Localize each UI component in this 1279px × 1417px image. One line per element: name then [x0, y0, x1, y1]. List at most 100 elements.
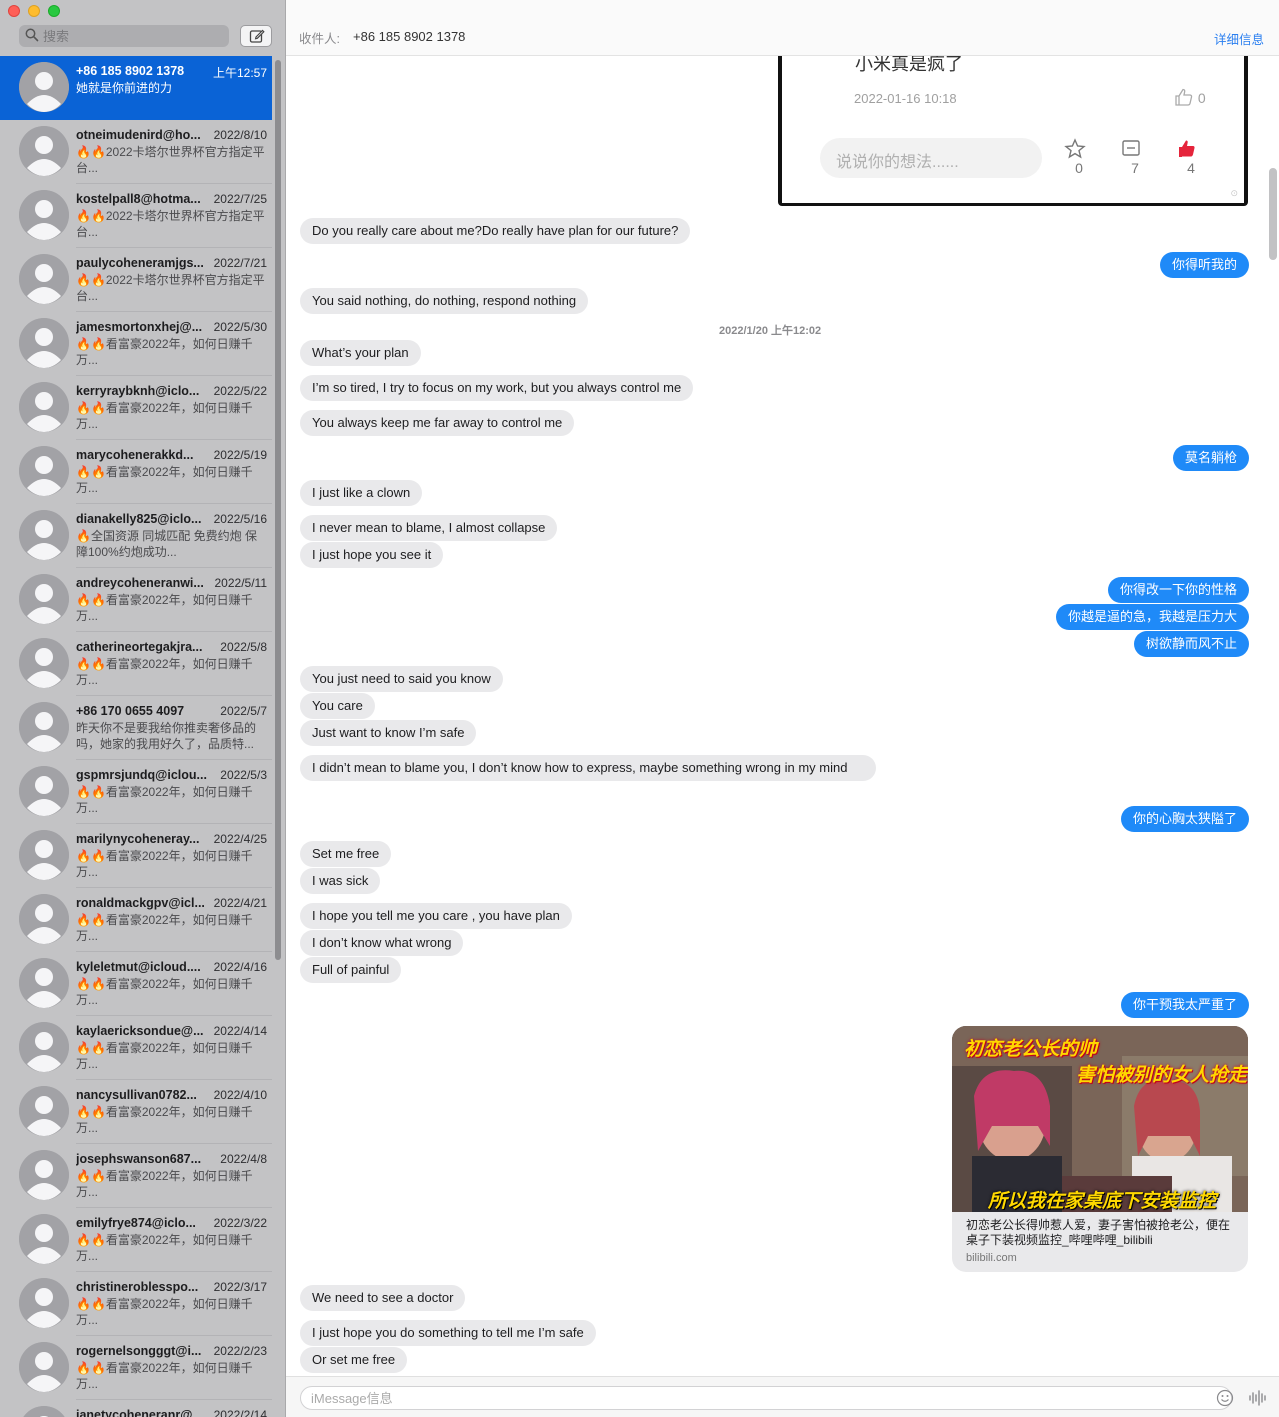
- incoming-message[interactable]: I never mean to blame, I almost collapse: [300, 515, 558, 541]
- screenshot-date: 2022-01-16 10:18: [854, 91, 957, 106]
- thumbnail-caption-1: 初恋老公长的帅: [964, 1039, 1098, 1060]
- thumbnail-caption-2: 害怕被别的女人抢走: [1076, 1065, 1248, 1086]
- conversation-name: marilynycoheneray...: [76, 832, 200, 846]
- incoming-message[interactable]: We need to see a doctor: [300, 1285, 466, 1311]
- conversation-name: andreycoheneranwi...: [76, 576, 204, 590]
- sidebar: +86 185 8902 1378 上午12:57 她就是你前进的力 otneimud…: [0, 0, 286, 1417]
- transcript-scrollbar[interactable]: [1269, 168, 1277, 260]
- outgoing-message[interactable]: 莫名躺枪: [1172, 445, 1249, 471]
- incoming-message[interactable]: You said nothing, do nothing, respond no…: [300, 288, 589, 314]
- screenshot-watermark: ⊙: [1230, 188, 1238, 198]
- conversation-date: 2022/5/16: [213, 512, 267, 526]
- incoming-message[interactable]: You always keep me far away to control m…: [300, 410, 575, 436]
- conversation-item[interactable]: jamesmortonxhej@... 2022/5/30 🔥🔥看富豪2022年，如…: [0, 312, 272, 376]
- incoming-message[interactable]: I was sick: [300, 868, 381, 894]
- avatar: [19, 318, 69, 368]
- conversation-date: 2022/4/10: [213, 1088, 267, 1102]
- compose-button[interactable]: [240, 25, 272, 47]
- outgoing-message[interactable]: 树欲静而风不止: [1133, 631, 1249, 657]
- message-transcript[interactable]: 小米真是疯了 2022-01-16 10:18 0 说说你的想法...... 0: [286, 56, 1279, 1376]
- avatar: [19, 1406, 69, 1417]
- incoming-message[interactable]: I just like a clown: [300, 480, 423, 506]
- incoming-message[interactable]: Full of painful: [300, 957, 402, 983]
- conversation-preview: 🔥🔥看富豪2022年，如何日赚千万...: [76, 593, 253, 623]
- conversation-preview: 🔥🔥看富豪2022年，如何日赚千万...: [76, 913, 253, 943]
- outgoing-message[interactable]: 你得改一下你的性格: [1107, 577, 1249, 603]
- conversation-date: 2022/5/3: [220, 768, 267, 782]
- conversation-preview: 🔥🔥看富豪2022年，如何日赚千万...: [76, 337, 253, 367]
- outgoing-message[interactable]: 你干预我太严重了: [1120, 992, 1249, 1018]
- incoming-message[interactable]: Or set me free: [300, 1347, 408, 1373]
- conversation-item[interactable]: kyleletmut@icloud.... 2022/4/16 🔥🔥看富豪2022年…: [0, 952, 272, 1016]
- audio-waveform-icon[interactable]: [1248, 1389, 1268, 1407]
- conversation-date: 2022/5/8: [220, 640, 267, 654]
- conversation-item[interactable]: janetycoheneranr@... 2022/2/14: [0, 1400, 272, 1417]
- conversation-item[interactable]: josephswanson687... 2022/4/8 🔥🔥看富豪2022年，如何…: [0, 1144, 272, 1208]
- thumbnail-caption-3: 所以我在家桌底下安装监控: [988, 1191, 1217, 1212]
- conversation-item[interactable]: christineroblesspo... 2022/3/17 🔥🔥看富豪2022年…: [0, 1272, 272, 1336]
- conversation-item[interactable]: otneimudenird@ho... 2022/8/10 🔥🔥2022卡塔尔世界杯…: [0, 120, 272, 184]
- close-window-button[interactable]: [8, 5, 20, 17]
- search-input[interactable]: [43, 25, 223, 47]
- conversation-item[interactable]: +86 185 8902 1378 上午12:57 她就是你前进的力: [0, 56, 272, 120]
- conversation-item[interactable]: nancysullivan0782... 2022/4/10 🔥🔥看富豪2022年，…: [0, 1080, 272, 1144]
- composer-bar: [286, 1376, 1279, 1417]
- outgoing-message[interactable]: 你的心胸太狭隘了: [1120, 806, 1249, 832]
- conversation-item[interactable]: dianakelly825@iclo... 2022/5/16 🔥全国资源 同城匹配…: [0, 504, 272, 568]
- incoming-message[interactable]: I’m so tired, I try to focus on my work,…: [300, 375, 694, 401]
- incoming-message[interactable]: Set me free: [300, 841, 392, 867]
- emoji-icon[interactable]: [1216, 1389, 1234, 1407]
- sidebar-scrollbar[interactable]: [274, 56, 282, 960]
- minimize-window-button[interactable]: [28, 5, 40, 17]
- incoming-message[interactable]: I just hope you see it: [300, 542, 444, 568]
- incoming-message[interactable]: You just need to said you know: [300, 666, 503, 692]
- screenshot-attachment[interactable]: 小米真是疯了 2022-01-16 10:18 0 说说你的想法...... 0: [778, 56, 1248, 206]
- conversation-preview: 🔥🔥看富豪2022年，如何日赚千万...: [76, 785, 253, 815]
- conversation-item[interactable]: +86 170 0655 4097 2022/5/7 昨天你不是要我给你推卖奢侈品的…: [0, 696, 272, 760]
- timestamp: 2022/1/20 上午12:02: [719, 325, 822, 337]
- conversation-date: 2022/4/14: [213, 1024, 267, 1038]
- zoom-window-button[interactable]: [48, 5, 60, 17]
- conversation-item[interactable]: paulycoheneramjgs... 2022/7/21 🔥🔥2022卡塔尔世界…: [0, 248, 272, 312]
- conversation-date: 2022/5/7: [220, 704, 267, 718]
- conversation-name: dianakelly825@iclo...: [76, 512, 202, 526]
- person-icon: [19, 1278, 69, 1328]
- outgoing-message[interactable]: 你得听我的: [1159, 252, 1249, 278]
- conversation-preview: 🔥🔥看富豪2022年，如何日赚千万...: [76, 465, 253, 495]
- conversation-item[interactable]: marycohenerakkd... 2022/5/19 🔥🔥看富豪2022年，如何…: [0, 440, 272, 504]
- outgoing-message[interactable]: 你越是逼的急，我越是压力大: [1055, 604, 1249, 630]
- conversation-preview: 🔥🔥看富豪2022年，如何日赚千万...: [76, 849, 253, 879]
- recipient-value[interactable]: +86 185 8902 1378: [353, 29, 465, 44]
- conversation-item[interactable]: catherineortegakjra... 2022/5/8 🔥🔥看富豪2022年…: [0, 632, 272, 696]
- avatar: [19, 894, 69, 944]
- search-box: [19, 25, 229, 47]
- conversation-item[interactable]: andreycoheneranwi... 2022/5/11 🔥🔥看富豪2022年，…: [0, 568, 272, 632]
- incoming-message[interactable]: I hope you tell me you care , you have p…: [300, 903, 572, 929]
- person-icon: [19, 1150, 69, 1200]
- conversation-item[interactable]: kerryraybknh@iclo... 2022/5/22 🔥🔥看富豪2022年，…: [0, 376, 272, 440]
- conversation-item[interactable]: marilynycoheneray... 2022/4/25 🔥🔥看富豪2022年，…: [0, 824, 272, 888]
- conversation-name: janetycoheneranr@...: [76, 1408, 203, 1417]
- conversation-item[interactable]: kostelpall8@hotma... 2022/7/25 🔥🔥2022卡塔尔世界…: [0, 184, 272, 248]
- conversation-item[interactable]: gspmrsjundq@iclou... 2022/5/3 🔥🔥看富豪2022年，如…: [0, 760, 272, 824]
- conversation-item[interactable]: kaylaericksondue@... 2022/4/14 🔥🔥看富豪2022年，…: [0, 1016, 272, 1080]
- incoming-message[interactable]: Do you really care about me?Do really ha…: [300, 218, 691, 244]
- conversation-item[interactable]: rogernelsongggt@i... 2022/2/23 🔥🔥看富豪2022年，…: [0, 1336, 272, 1400]
- conversation-item[interactable]: emilyfrye874@iclo... 2022/3/22 🔥🔥看富豪2022年，…: [0, 1208, 272, 1272]
- incoming-message[interactable]: I just hope you do something to tell me …: [300, 1320, 596, 1346]
- avatar: [19, 510, 69, 560]
- conversation-preview: 昨天你不是要我给你推卖奢侈品的吗，她家的我用好久了，品质特...: [76, 721, 257, 751]
- incoming-message[interactable]: I didn’t mean to blame you, I don’t know…: [300, 755, 876, 781]
- avatar: [19, 830, 69, 880]
- conversation-item[interactable]: ronaldmackgpv@icl... 2022/4/21 🔥🔥看富豪2022年，…: [0, 888, 272, 952]
- conversation-date: 2022/8/10: [213, 128, 267, 142]
- conversation-name: kaylaericksondue@...: [76, 1024, 204, 1038]
- incoming-message[interactable]: Just want to know I’m safe: [300, 720, 477, 746]
- incoming-message[interactable]: You care: [300, 693, 375, 719]
- incoming-message[interactable]: What’s your plan: [300, 340, 421, 366]
- link-preview[interactable]: 初恋老公长的帅 害怕被别的女人抢走 所以我在家桌底下安装监控 初恋老公长得帅惹人…: [952, 1026, 1248, 1272]
- details-button[interactable]: 详细信息: [1214, 29, 1264, 48]
- conversation-header: 收件人: +86 185 8902 1378 详细信息: [286, 0, 1279, 56]
- message-input[interactable]: [300, 1386, 1232, 1410]
- incoming-message[interactable]: I don’t know what wrong: [300, 930, 464, 956]
